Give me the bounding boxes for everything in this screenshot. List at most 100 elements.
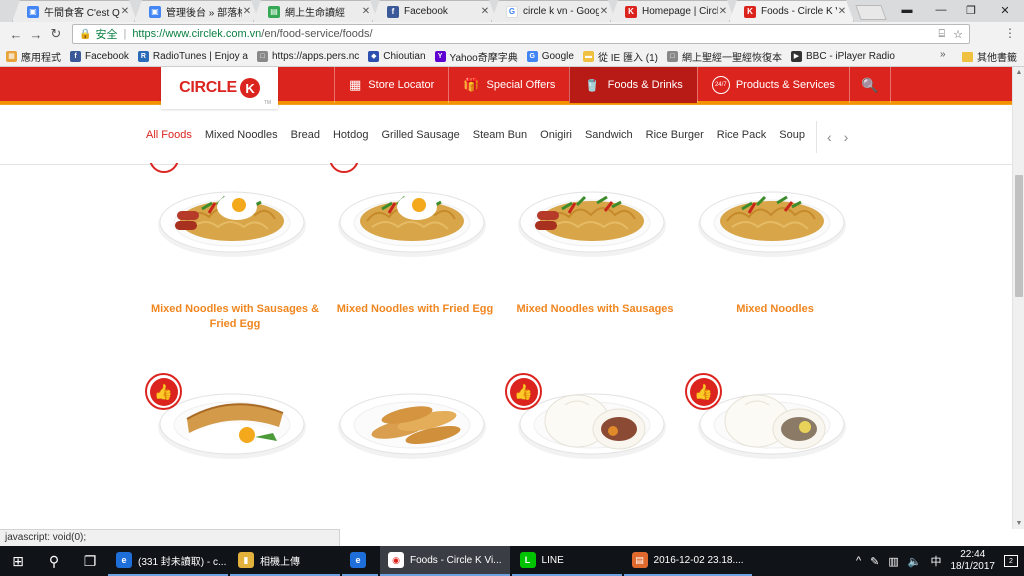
product-image[interactable] (157, 169, 307, 259)
task-view-icon[interactable]: ❐ (72, 546, 108, 576)
browser-tab[interactable]: K Homepage | Circl ✕ (610, 0, 735, 22)
browser-tab[interactable]: ▣ 管理後台 » 部落格 ✕ (134, 0, 259, 22)
nav-item[interactable]: 24/7 Products & Services (696, 67, 849, 103)
scroll-up-icon[interactable]: ▲ (1015, 69, 1023, 76)
category-tab[interactable]: Sandwich (585, 129, 633, 141)
product-card[interactable]: 👍 (505, 371, 685, 529)
url-text[interactable]: https://www.circlek.com.vn/en/food-servi… (132, 28, 372, 40)
category-tab[interactable]: Hotdog (333, 129, 368, 141)
product-name[interactable]: Mixed Noodles with Fried Egg (325, 302, 505, 317)
user-profile-icon[interactable]: ▬ (890, 0, 924, 20)
bookmarks-bar: ▦ 應用程式 f Facebook R RadioTunes | Enjoy a □ http… (0, 46, 1024, 67)
product-image[interactable] (697, 169, 847, 259)
nav-item[interactable]: ▦ Store Locator (334, 67, 448, 103)
product-name[interactable]: Mixed Noodles (685, 302, 865, 317)
category-tab[interactable]: Rice Pack (717, 129, 767, 141)
bookmark-item[interactable]: G Google (526, 50, 574, 62)
windows-start-icon[interactable]: ⊞ (0, 546, 36, 576)
category-tab[interactable]: Bread (291, 129, 320, 141)
browser-tab[interactable]: Gcircle k vn - Goog ✕ (491, 0, 616, 22)
browser-menu-icon[interactable]: ⋮ (1004, 26, 1016, 40)
other-bookmarks[interactable]: 其他書籤 (962, 49, 1017, 64)
browser-tab[interactable]: f Facebook ✕ (372, 0, 497, 22)
notification-icon[interactable]: 2 (1004, 555, 1018, 567)
browser-tab[interactable]: ▤ 網上生命讀經 ✕ (253, 0, 378, 22)
scroll-down-icon[interactable]: ▼ (1015, 520, 1023, 527)
volume-icon[interactable]: 🔈 (908, 555, 922, 568)
chevron-left-icon[interactable]: ‹ (827, 129, 832, 145)
forward-icon[interactable]: → (26, 24, 46, 44)
category-tab[interactable]: Rice Burger (646, 129, 704, 141)
taskbar-app[interactable]: ▮ 相機上傳 (230, 546, 340, 576)
category-tab[interactable]: Grilled Sausage (381, 129, 459, 141)
tab-close-icon[interactable]: ✕ (599, 6, 609, 17)
product-image[interactable] (337, 169, 487, 259)
product-name[interactable]: Mixed Noodles with Sausages & Fried Egg (145, 302, 325, 332)
category-tab[interactable]: Onigiri (540, 129, 572, 141)
clock[interactable]: 22:44 18/1/2017 (951, 549, 996, 573)
product-image[interactable] (337, 371, 487, 461)
bookmarks-more-icon[interactable]: » (940, 49, 946, 60)
reload-icon[interactable]: ↻ (46, 24, 66, 44)
taskbar-app[interactable]: e (342, 546, 378, 576)
input-method-icon[interactable]: 中 (931, 553, 942, 569)
tab-close-icon[interactable]: ✕ (120, 6, 130, 17)
product-card[interactable]: Mixed Noodles with Fried Egg (325, 163, 505, 329)
network-icon[interactable]: ▥ (888, 555, 898, 568)
tab-close-icon[interactable]: ✕ (242, 6, 252, 17)
bookmark-item[interactable]: Y Yahoo奇摩字典 (434, 49, 518, 64)
browser-tab[interactable]: ▣ 午間食客 C'est Qu ✕ (12, 0, 137, 22)
back-icon[interactable]: ← (6, 24, 26, 44)
product-card[interactable]: Mixed Noodles (685, 169, 865, 329)
category-tab[interactable]: Mixed Noodles (205, 129, 278, 141)
product-card[interactable]: Mixed Noodles with Sausages & Fried Egg (145, 163, 325, 332)
bookmark-item[interactable]: ▬ 從 IE 匯入 (1) (582, 49, 658, 64)
bookmark-star-icon[interactable]: ☆ (953, 28, 963, 41)
scrollbar-thumb[interactable] (1015, 175, 1023, 297)
bookmark-item[interactable]: R RadioTunes | Enjoy a (137, 50, 248, 62)
tab-close-icon[interactable]: ✕ (837, 6, 847, 17)
tray-pen-icon[interactable]: ✎ (870, 555, 879, 568)
product-name[interactable]: Mixed Noodles with Sausages (505, 302, 685, 317)
category-tab[interactable]: All Foods (146, 129, 192, 141)
nav-item[interactable]: 🥤 Foods & Drinks (569, 67, 697, 103)
product-image[interactable] (517, 169, 667, 259)
nav-item-label: Special Offers (486, 79, 556, 91)
close-window-icon[interactable]: ✕ (988, 0, 1022, 20)
product-card[interactable]: 👍 (145, 371, 325, 529)
bookmark-icon: ▦ (6, 50, 17, 62)
translate-icon[interactable]: ⌸ (939, 28, 946, 41)
bookmark-item[interactable]: □ https://apps.pers.nc (256, 50, 359, 62)
new-tab-button[interactable] (855, 5, 887, 20)
category-tab[interactable]: Steam Bun (473, 129, 527, 141)
page-scrollbar[interactable]: ▲ ▼ (1012, 67, 1024, 529)
bookmark-label: Google (541, 50, 574, 62)
taskbar-app[interactable]: ◉ Foods - Circle K Vi... (380, 546, 510, 576)
restore-icon[interactable]: ❐ (954, 0, 988, 20)
product-card[interactable]: Mixed Noodles with Sausages (505, 169, 685, 329)
bookmark-item[interactable]: ◆ Chioutian (368, 50, 426, 62)
address-bar[interactable]: 🔒 安全 | https://www.circlek.com.vn/en/foo… (72, 24, 970, 44)
tab-close-icon[interactable]: ✕ (361, 6, 371, 17)
bookmark-item[interactable]: f Facebook (70, 50, 129, 62)
tab-close-icon[interactable]: ✕ (718, 6, 728, 17)
category-tab[interactable]: Soup (779, 129, 805, 141)
tab-close-icon[interactable]: ✕ (480, 6, 490, 17)
tray-chevron-up-icon[interactable]: ^ (856, 555, 861, 567)
bookmark-item[interactable]: ▦ 應用程式 (6, 49, 61, 64)
bookmark-item[interactable]: ▶ BBC - iPlayer Radio (790, 50, 895, 62)
chevron-right-icon[interactable]: › (844, 129, 849, 145)
site-search-icon[interactable]: 🔍 (848, 67, 891, 103)
browser-tab[interactable]: K Foods - Circle K V ✕ (729, 0, 854, 22)
bookmark-item[interactable]: □ 網上聖經一聖經恢復本 (666, 49, 782, 64)
nav-item[interactable]: 🎁 Special Offers (448, 67, 569, 103)
taskbar-app[interactable]: e (331 封未讀取) - c... (108, 546, 228, 576)
product-card[interactable] (325, 371, 505, 529)
taskbar-app[interactable]: L LINE (511, 546, 622, 576)
circle-k-logo[interactable]: CIRCLE K TM (161, 67, 278, 109)
product-card[interactable]: 👍 (685, 371, 865, 529)
taskbar-app-icon: ▤ (631, 552, 648, 568)
taskbar-app[interactable]: ▤ 2016-12-02 23.18.... (623, 546, 752, 576)
search-icon[interactable]: ⚲ (36, 546, 72, 576)
minimize-icon[interactable]: — (924, 0, 958, 20)
